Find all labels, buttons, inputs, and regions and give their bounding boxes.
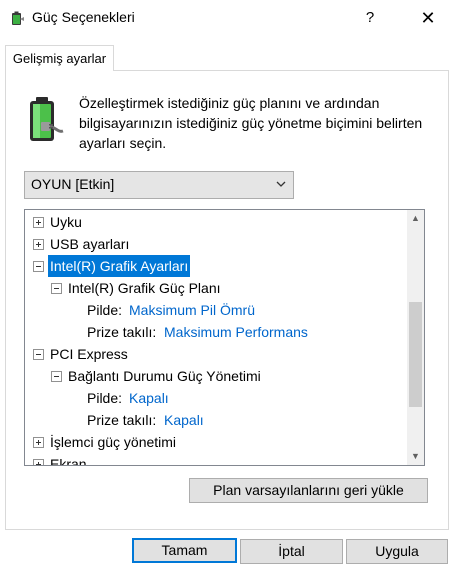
tree-item-label: Bağlantı Durumu Güç Yönetimi bbox=[68, 368, 261, 384]
collapse-icon[interactable] bbox=[33, 349, 44, 360]
tree-item-label: Ekran bbox=[50, 456, 87, 466]
tab-advanced-settings[interactable]: Gelişmiş ayarlar bbox=[5, 45, 114, 71]
setting-value-link[interactable]: Maksimum Pil Ömrü bbox=[129, 299, 255, 321]
title-bar: Güç Seçenekleri ? ✕ bbox=[0, 0, 453, 36]
scroll-up-arrow-icon[interactable]: ▲ bbox=[407, 210, 424, 227]
setting-label: Pilde: bbox=[87, 390, 123, 406]
collapse-icon[interactable] bbox=[33, 261, 44, 272]
setting-label: Pilde: bbox=[87, 302, 123, 318]
tree-item-label: Intel(R) Grafik Ayarları bbox=[48, 255, 191, 277]
setting-label: Prize takılı: bbox=[87, 324, 157, 340]
setting-value-link[interactable]: Kapalı bbox=[129, 387, 169, 409]
intro-text: Özelleştirmek istediğiniz güç planını ve… bbox=[79, 95, 423, 151]
cancel-button[interactable]: İptal bbox=[240, 539, 343, 564]
tree-item-label: PCI Express bbox=[50, 346, 128, 362]
settings-tree[interactable]: Uyku USB ayarları Intel(R) Grafik Ayarla… bbox=[24, 209, 425, 466]
apply-button[interactable]: Uygula bbox=[346, 539, 448, 564]
collapse-icon[interactable] bbox=[51, 283, 62, 294]
tree-item-label: USB ayarları bbox=[50, 236, 130, 252]
vertical-scrollbar[interactable]: ▲ ▼ bbox=[407, 210, 424, 465]
power-plan-select[interactable]: OYUN [Etkin] bbox=[24, 171, 294, 199]
window-title: Güç Seçenekleri bbox=[32, 9, 135, 25]
scroll-down-arrow-icon[interactable]: ▼ bbox=[407, 448, 424, 465]
restore-defaults-button[interactable]: Plan varsayılanlarını geri yükle bbox=[189, 478, 428, 503]
tree-item-label: Intel(R) Grafik Güç Planı bbox=[68, 280, 221, 296]
setting-label: Prize takılı: bbox=[87, 412, 157, 428]
help-button[interactable]: ? bbox=[356, 4, 384, 32]
setting-value-link[interactable]: Maksimum Performans bbox=[164, 321, 308, 343]
close-button[interactable]: ✕ bbox=[403, 0, 453, 36]
tree-item-label: Uyku bbox=[50, 214, 82, 230]
chevron-down-icon bbox=[276, 181, 286, 187]
power-plan-value: OYUN [Etkin] bbox=[31, 176, 115, 192]
expand-icon[interactable] bbox=[33, 217, 44, 228]
expand-icon[interactable] bbox=[33, 437, 44, 448]
tree-item-label: İşlemci güç yönetimi bbox=[50, 434, 177, 450]
collapse-icon[interactable] bbox=[51, 371, 62, 382]
power-options-icon bbox=[12, 11, 24, 25]
battery-plug-icon bbox=[30, 97, 64, 141]
setting-value-link[interactable]: Kapalı bbox=[164, 409, 204, 431]
ok-button[interactable]: Tamam bbox=[132, 538, 237, 563]
expand-icon[interactable] bbox=[33, 459, 44, 465]
expand-icon[interactable] bbox=[33, 239, 44, 250]
scrollbar-thumb[interactable] bbox=[409, 302, 422, 407]
